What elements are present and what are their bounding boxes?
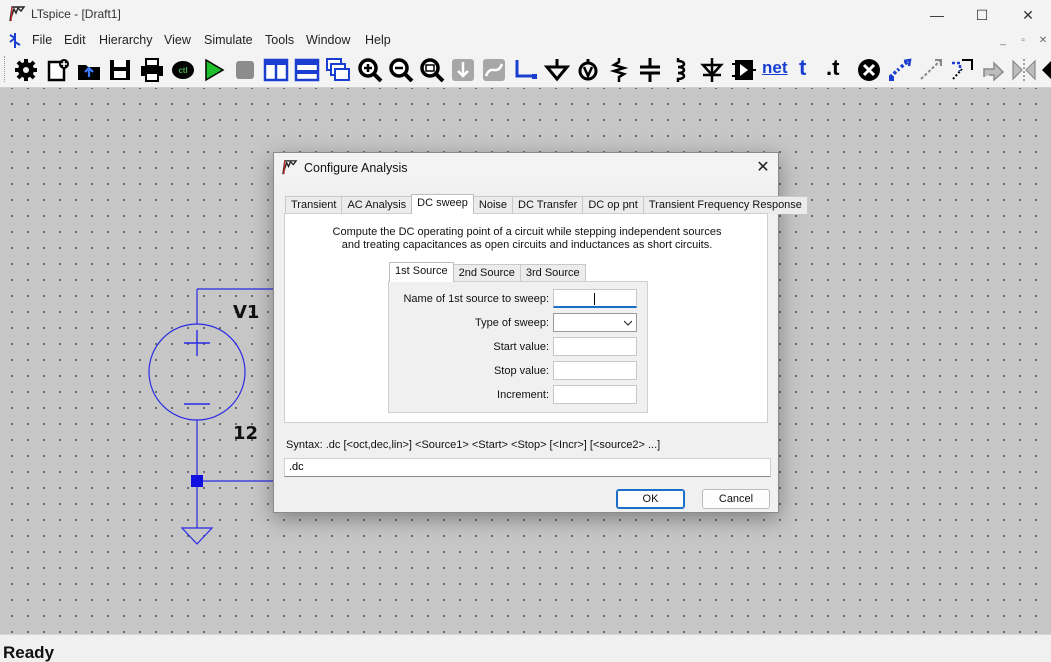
minimize-button[interactable]: — — [914, 0, 960, 30]
print-icon[interactable] — [139, 57, 165, 83]
autoscale-icon[interactable] — [481, 57, 507, 83]
move-icon[interactable] — [887, 57, 913, 83]
net-icon[interactable]: net — [762, 57, 788, 83]
status-text: Ready — [3, 643, 55, 662]
tab-noise[interactable]: Noise — [472, 196, 514, 214]
tab-3rd-source[interactable]: 3rd Source — [519, 264, 586, 282]
capacitor-icon[interactable] — [637, 57, 663, 83]
diode-icon[interactable] — [699, 57, 725, 83]
syntax-hint: Syntax: .dc [<oct,dec,lin>] <Source1> <S… — [286, 439, 661, 451]
zoom-in-icon[interactable] — [357, 57, 383, 83]
text-icon[interactable]: t — [799, 57, 825, 83]
delete-icon[interactable] — [856, 57, 882, 83]
dialog-title-bar[interactable]: Configure Analysis ✕ — [274, 153, 778, 183]
increment-label: Increment: — [497, 389, 549, 401]
pan-icon[interactable] — [450, 57, 476, 83]
close-window-button[interactable]: ✕ — [1005, 0, 1051, 30]
menu-bar: File Edit Hierarchy View Simulate Tools … — [0, 30, 1051, 51]
window-title: LTspice - [Draft1] — [31, 7, 121, 21]
spice-directive-icon[interactable]: .t — [826, 57, 852, 83]
resistor-icon[interactable] — [606, 57, 632, 83]
mdi-close-button[interactable]: ✕ — [1035, 33, 1051, 48]
source-tabs: 1st Source 2nd Source 3rd Source — [389, 262, 586, 282]
description-line-1: Compute the DC operating point of a circ… — [332, 226, 722, 238]
inductor-icon[interactable] — [668, 57, 694, 83]
label-icon[interactable] — [575, 57, 601, 83]
zoom-fit-icon[interactable] — [419, 57, 445, 83]
mdi-restore-button[interactable]: ▫ — [1015, 33, 1031, 48]
new-schematic-icon[interactable] — [45, 57, 71, 83]
tab-dc-op-pnt[interactable]: DC op pnt — [582, 196, 644, 214]
dialog-title: Configure Analysis — [304, 161, 408, 175]
stop-value-input[interactable] — [553, 361, 637, 380]
undo-icon[interactable] — [980, 57, 1006, 83]
menu-window[interactable]: Window — [306, 33, 350, 47]
halt-icon[interactable] — [232, 57, 258, 83]
source-sweep-panel: Name of 1st source to sweep: Type of swe… — [388, 281, 648, 413]
junction-node[interactable] — [191, 475, 203, 487]
text-caret — [594, 293, 595, 305]
redo-icon[interactable] — [1040, 57, 1051, 83]
tab-1st-source[interactable]: 1st Source — [389, 262, 454, 282]
start-value-input[interactable] — [553, 337, 637, 356]
tile-horizontal-icon[interactable] — [294, 57, 320, 83]
source-name-input[interactable] — [553, 289, 637, 308]
component-icon[interactable] — [731, 57, 757, 83]
open-icon[interactable] — [76, 57, 102, 83]
mdi-minimize-button[interactable]: _ — [995, 33, 1011, 48]
cascade-icon[interactable] — [325, 57, 351, 83]
save-icon[interactable] — [107, 57, 133, 83]
tab-ac-analysis[interactable]: AC Analysis — [341, 196, 413, 214]
tile-vertical-icon[interactable] — [263, 57, 289, 83]
chevron-down-icon — [624, 320, 632, 326]
menu-simulate[interactable]: Simulate — [204, 33, 253, 47]
tab-dc-transfer[interactable]: DC Transfer — [512, 196, 584, 214]
svg-text:ctl: ctl — [178, 66, 187, 75]
gear-icon[interactable] — [13, 57, 39, 83]
ground-symbol[interactable] — [180, 527, 214, 545]
toolbar-grip[interactable] — [4, 56, 7, 82]
menu-file[interactable]: File — [32, 33, 52, 47]
cancel-button[interactable]: Cancel — [702, 489, 770, 509]
sweep-type-select[interactable] — [553, 313, 637, 332]
analysis-tabs: Transient AC Analysis DC sweep Noise DC … — [285, 194, 808, 214]
tab-dc-sweep[interactable]: DC sweep — [411, 194, 474, 214]
status-bar: Ready — [0, 634, 1051, 662]
rotate-icon[interactable] — [949, 57, 975, 83]
description-line-2: and treating capacitances as open circui… — [341, 239, 713, 251]
mirror-icon[interactable] — [1011, 57, 1037, 83]
menu-help[interactable]: Help — [365, 33, 391, 47]
source-value-label[interactable]: 12 — [233, 423, 258, 444]
zoom-out-icon[interactable] — [388, 57, 414, 83]
schematic-doc-icon[interactable] — [6, 32, 24, 49]
source-name-label[interactable]: V1 — [233, 302, 259, 323]
source-name-label: Name of 1st source to sweep: — [403, 293, 549, 305]
control-panel-icon[interactable]: ctl — [170, 57, 196, 83]
spice-command-field[interactable]: .dc — [284, 458, 771, 477]
drag-icon[interactable] — [918, 57, 944, 83]
menu-tools[interactable]: Tools — [265, 33, 294, 47]
start-value-label: Start value: — [493, 341, 549, 353]
menu-edit[interactable]: Edit — [64, 33, 86, 47]
dialog-close-button[interactable]: ✕ — [752, 157, 774, 179]
title-bar: LTspice - [Draft1] — ☐ ✕ — [0, 0, 1051, 30]
voltage-source-v1[interactable] — [148, 289, 246, 481]
sweep-type-label: Type of sweep: — [475, 317, 549, 329]
toolbar: ctl net t .t — [0, 51, 1051, 88]
wire-icon[interactable] — [513, 57, 539, 83]
menu-view[interactable]: View — [164, 33, 191, 47]
maximize-button[interactable]: ☐ — [959, 0, 1005, 30]
configure-analysis-dialog: Configure Analysis ✕ Transient AC Analys… — [273, 152, 808, 513]
ground-icon[interactable] — [544, 57, 570, 83]
stop-value-label: Stop value: — [493, 365, 549, 377]
menu-hierarchy[interactable]: Hierarchy — [99, 33, 153, 47]
tab-transient-frequency-response[interactable]: Transient Frequency Response — [642, 196, 808, 214]
tab-transient[interactable]: Transient — [285, 196, 343, 214]
ltspice-logo-icon — [282, 160, 298, 175]
run-icon[interactable] — [201, 57, 227, 83]
tab-2nd-source[interactable]: 2nd Source — [452, 264, 521, 282]
increment-input[interactable] — [553, 385, 637, 404]
ltspice-logo-icon — [9, 6, 26, 22]
ok-button[interactable]: OK — [616, 489, 685, 509]
